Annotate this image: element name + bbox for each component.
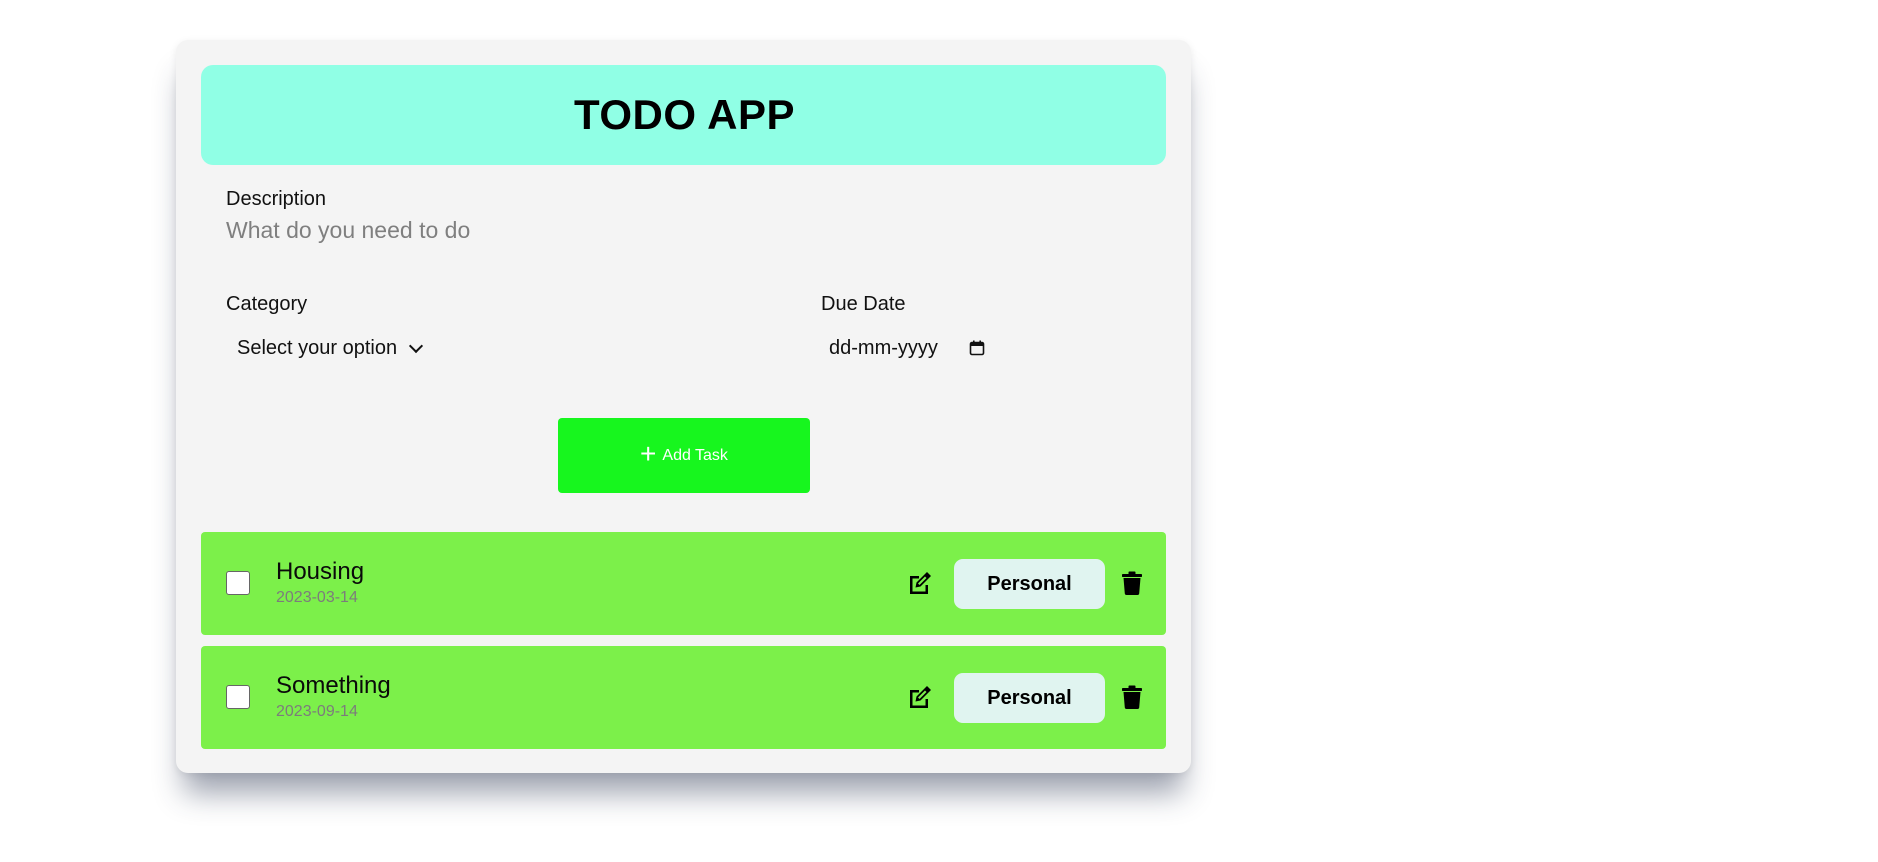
- trash-icon[interactable]: [1121, 685, 1143, 709]
- add-task-button[interactable]: + Add Task: [558, 418, 810, 493]
- chevron-down-icon: [409, 338, 424, 353]
- task-item: Housing 2023-03-14 Personal: [201, 532, 1166, 635]
- app-title: TODO APP: [573, 91, 796, 138]
- add-task-label: Add Task: [662, 446, 728, 464]
- task-date: 2023-03-14: [276, 589, 358, 606]
- trash-icon[interactable]: [1121, 571, 1143, 595]
- task-title: Something: [276, 672, 391, 699]
- task-date: 2023-09-14: [276, 703, 358, 720]
- category-badge[interactable]: Personal: [954, 673, 1105, 723]
- edit-icon[interactable]: [907, 684, 933, 710]
- plus-icon: +: [640, 438, 657, 469]
- due-date-label: Due Date: [821, 293, 906, 315]
- due-date-placeholder: dd-mm-yyyy: [829, 336, 938, 359]
- description-input[interactable]: [226, 212, 766, 248]
- task-title: Housing: [276, 558, 365, 585]
- task-item: Something 2023-09-14 Personal: [201, 646, 1166, 749]
- calendar-icon[interactable]: [969, 340, 985, 356]
- app-header: TODO APP: [201, 65, 1166, 165]
- todo-card: TODO APP Description Category Select you…: [176, 40, 1191, 773]
- edit-icon[interactable]: [907, 570, 933, 596]
- category-select[interactable]: Select your option: [226, 330, 424, 366]
- category-label: Category: [226, 293, 308, 315]
- task-checkbox[interactable]: [226, 571, 250, 595]
- description-label: Description: [226, 188, 327, 210]
- category-selected-value: Select your option: [237, 336, 398, 359]
- due-date-input[interactable]: dd-mm-yyyy: [821, 330, 985, 366]
- task-checkbox[interactable]: [226, 685, 250, 709]
- category-badge[interactable]: Personal: [954, 559, 1105, 609]
